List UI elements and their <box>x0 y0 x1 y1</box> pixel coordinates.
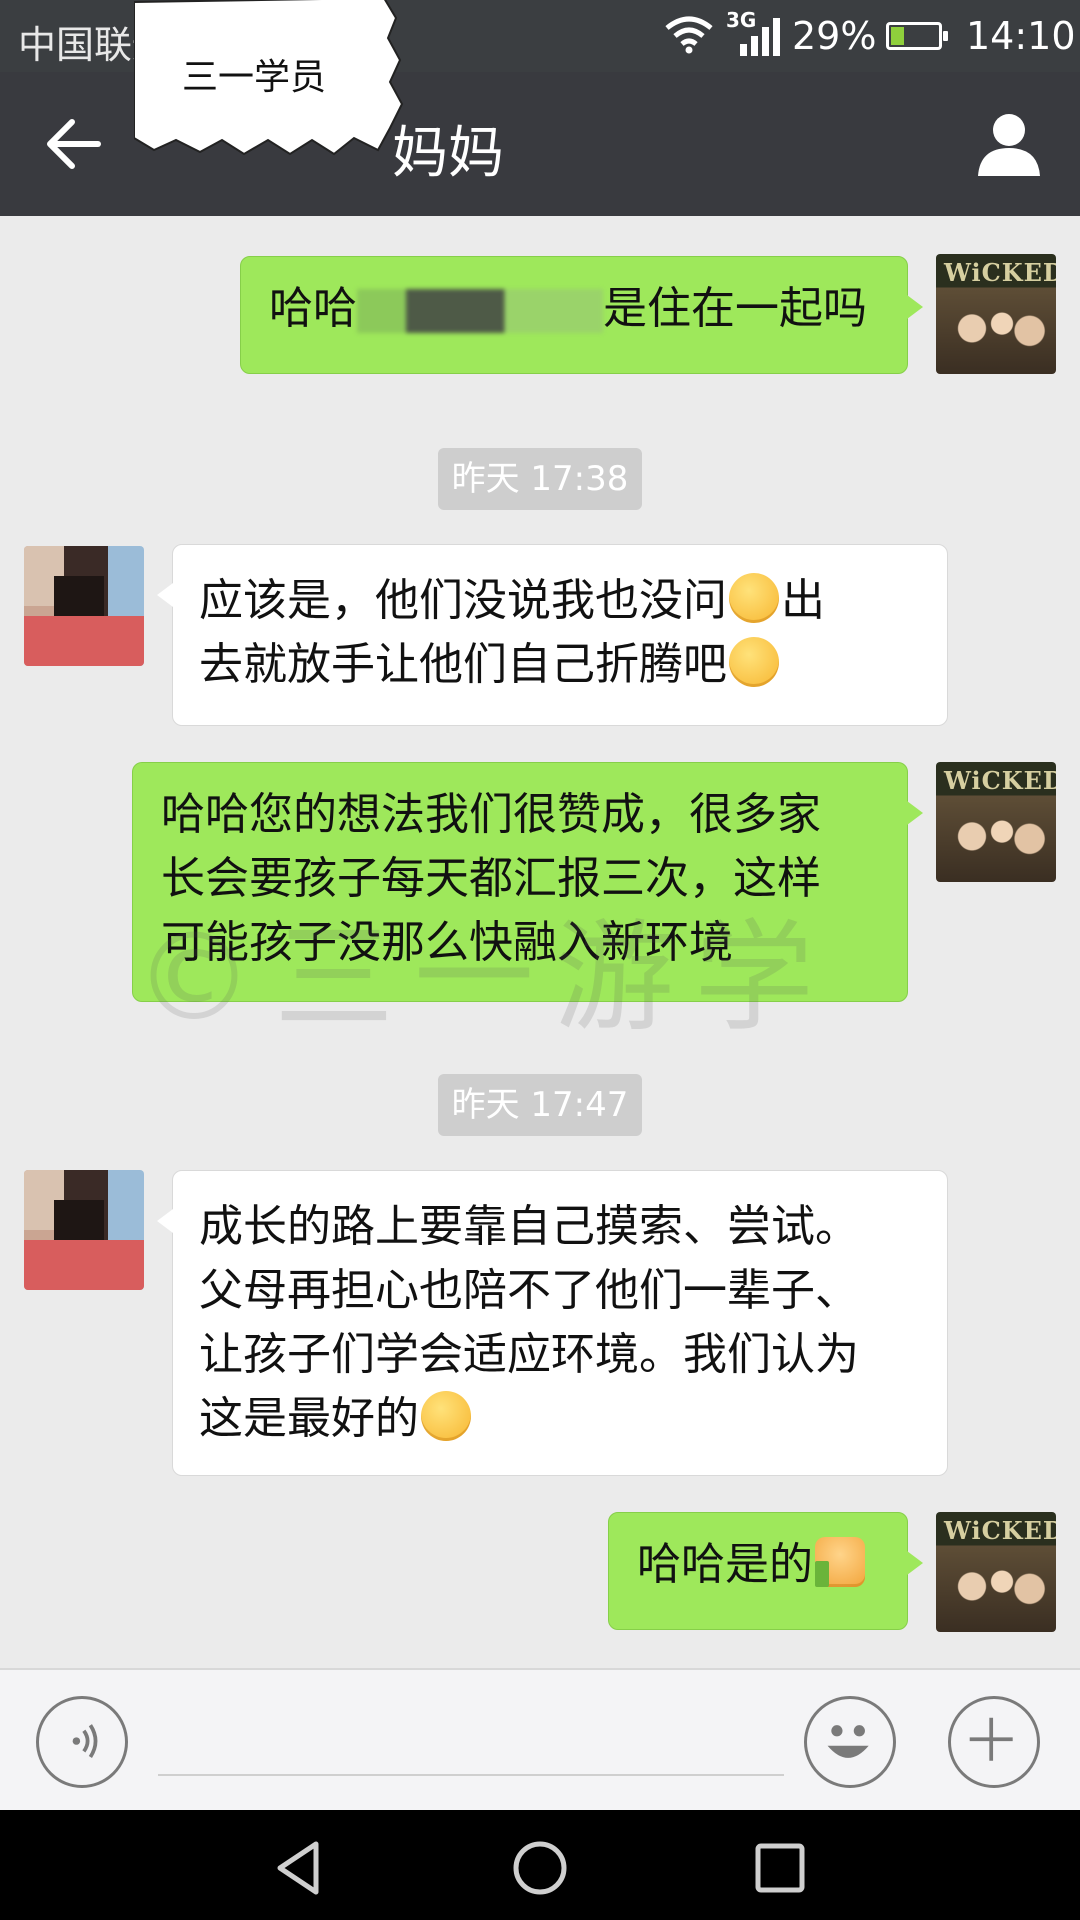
message-text: 让孩子们学会适应环境。我们认为 <box>199 1329 859 1380</box>
avatar-caption: WiCKED <box>944 1516 1056 1545</box>
contact-avatar[interactable] <box>24 546 144 666</box>
message-text: 哈哈您的想法我们很赞成，很多家 <box>161 789 821 840</box>
message-bubble-outgoing[interactable]: 哈哈是的 <box>608 1512 923 1630</box>
shush-emoji-icon <box>729 637 779 687</box>
message-text: 是住在一起吗 <box>603 283 867 334</box>
message-text: 这是最好的 <box>199 1393 419 1444</box>
message-text: 应该是，他们没说我也没问 <box>199 575 727 626</box>
square-recent-icon[interactable] <box>752 1840 808 1896</box>
plus-icon <box>969 1717 1013 1761</box>
contact-avatar[interactable] <box>24 1170 144 1290</box>
my-avatar[interactable]: WiCKED <box>936 762 1056 882</box>
message-text: 哈哈 <box>269 283 357 334</box>
battery-percent: 29% <box>792 14 877 58</box>
battery-fill <box>891 27 904 45</box>
message-text: 哈哈是的 <box>637 1539 813 1590</box>
avatar-mosaic <box>54 576 104 616</box>
message-text: 成长的路上要靠自己摸索、尝试。 <box>199 1201 859 1252</box>
heart-eyes-emoji-icon <box>729 573 779 623</box>
avatar-caption: WiCKED <box>944 258 1056 287</box>
smiley-icon <box>827 1725 869 1758</box>
message-bubble-outgoing[interactable]: 哈哈 是住在一起吗 <box>240 256 923 374</box>
message-text: 父母再担心也陪不了他们一辈子、 <box>199 1265 859 1316</box>
wifi-icon <box>665 16 713 54</box>
message-text: 可能孩子没那么快融入新环境 <box>161 917 733 968</box>
person-icon[interactable] <box>974 108 1044 178</box>
message-bubble-outgoing[interactable]: 哈哈您的想法我们很赞成，很多家 长会要孩子每天都汇报三次，这样 可能孩子没那么快… <box>132 762 923 1002</box>
thumbs-up-emoji-icon <box>815 1537 865 1587</box>
smile-emoji-icon <box>421 1391 471 1441</box>
message-bubble-incoming[interactable]: 成长的路上要靠自己摸索、尝试。 父母再担心也陪不了他们一辈子、 让孩子们学会适应… <box>157 1170 948 1476</box>
avatar-mosaic <box>54 1200 104 1240</box>
chat-title: 妈妈 <box>392 121 504 186</box>
battery-icon <box>886 22 948 50</box>
message-text: 去就放手让他们自己折腾吧 <box>199 639 727 690</box>
triangle-back-icon[interactable] <box>272 1840 328 1896</box>
timestamp: 昨天 17:38 <box>438 448 642 510</box>
my-avatar[interactable]: WiCKED <box>936 254 1056 374</box>
system-nav-bar <box>0 1810 1080 1920</box>
avatar-mosaic <box>24 616 144 666</box>
clock: 14:10 <box>966 14 1076 58</box>
sticker-label: 三一学员 <box>182 57 327 98</box>
message-text: 长会要孩子每天都汇报三次，这样 <box>161 853 821 904</box>
circle-home-icon[interactable] <box>512 1840 568 1896</box>
timestamp: 昨天 17:47 <box>438 1074 642 1136</box>
my-avatar[interactable]: WiCKED <box>936 1512 1056 1632</box>
message-text: 出 <box>781 575 825 626</box>
chat-area[interactable]: WiCKED 哈哈 是住在一起吗 昨天 17:38 应该是，他们没说我也没问 出 去… <box>0 216 1080 1668</box>
message-bubble-incoming[interactable]: 应该是，他们没说我也没问 出 去就放手让他们自己折腾吧 <box>157 544 948 726</box>
more-button[interactable] <box>948 1696 1040 1788</box>
signal-icon <box>740 18 780 56</box>
redacted-text <box>357 289 603 333</box>
arrow-left-icon[interactable] <box>44 114 104 174</box>
avatar-caption: WiCKED <box>944 766 1056 795</box>
voice-icon <box>72 1724 98 1758</box>
avatar-mosaic <box>24 1240 144 1290</box>
emoji-button[interactable] <box>804 1696 896 1788</box>
message-input[interactable] <box>158 1708 784 1776</box>
input-bar <box>0 1668 1080 1810</box>
voice-button[interactable] <box>36 1696 128 1788</box>
